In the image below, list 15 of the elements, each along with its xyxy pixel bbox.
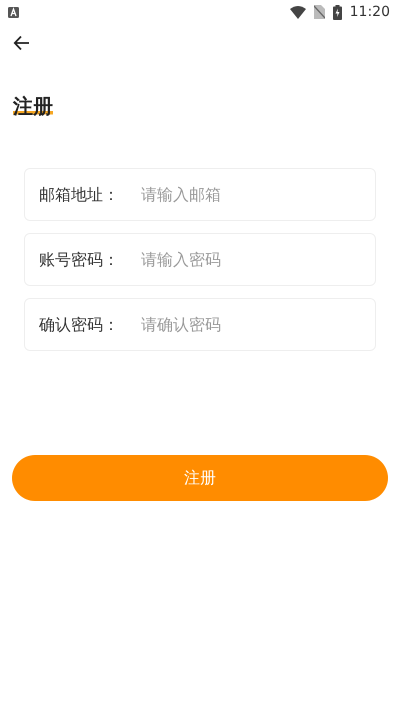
form-field[interactable]: 账号密码： 请输入密码 <box>24 233 376 286</box>
field-label: 邮箱地址： <box>39 184 120 206</box>
wifi-icon <box>290 6 306 18</box>
field-label: 确认密码： <box>39 314 120 336</box>
no-sim-icon <box>314 5 325 19</box>
form-field[interactable]: 邮箱地址： 请输入邮箱 <box>24 168 376 221</box>
input-field[interactable]: 请输入密码 <box>139 246 361 272</box>
notification-icon <box>8 6 19 18</box>
back-arrow-icon[interactable] <box>13 34 31 52</box>
battery-charging-icon <box>332 4 342 20</box>
clock-time: 11:20 <box>350 2 390 22</box>
input-field[interactable]: 请输入邮箱 <box>139 182 361 208</box>
form-field[interactable]: 确认密码： 请确认密码 <box>24 298 376 351</box>
field-label: 账号密码： <box>39 248 120 270</box>
input-field[interactable]: 请确认密码 <box>139 312 361 338</box>
